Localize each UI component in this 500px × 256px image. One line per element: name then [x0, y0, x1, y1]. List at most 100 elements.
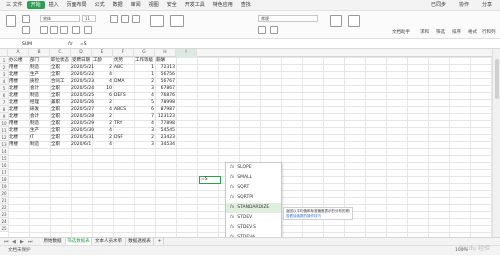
column-header[interactable]: H [155, 49, 176, 57]
row-header[interactable]: 12 [0, 134, 8, 141]
table-cell[interactable]: 34534 [155, 141, 176, 148]
font-color-icon[interactable] [84, 26, 92, 34]
formula-input[interactable]: =S [80, 41, 460, 48]
currency-icon[interactable] [258, 26, 266, 34]
align-left-icon[interactable] [110, 15, 118, 23]
table-cell[interactable] [113, 85, 134, 92]
table-cell[interactable]: 2020/5/22 [71, 71, 94, 78]
bold-icon[interactable] [40, 26, 48, 34]
column-header[interactable]: I [176, 49, 197, 57]
table-cell[interactable]: 72313 [155, 64, 176, 71]
italic-icon[interactable] [50, 26, 58, 34]
table-cell[interactable]: 6 [134, 106, 155, 113]
table-cell[interactable]: 制造 [29, 141, 50, 148]
menu-item[interactable]: 开始 [26, 1, 45, 9]
scrollbar-thumb[interactable] [495, 59, 499, 99]
table-cell[interactable]: 全职 [50, 113, 71, 120]
table-cell[interactable]: 北楼 [8, 85, 29, 92]
table-cell[interactable]: 用楼 [8, 141, 29, 148]
row-header[interactable]: 22 [0, 204, 8, 211]
table-cell[interactable]: 2020/5/21 [71, 64, 94, 71]
table-cell[interactable]: 制造 [29, 120, 50, 127]
table-header-cell[interactable]: 薪酬 [155, 57, 176, 64]
table-cell[interactable]: 2020/5/26 [71, 99, 94, 106]
autocomplete-item[interactable]: fx SQRT [226, 183, 281, 193]
menu-item[interactable]: 数据 [109, 0, 127, 11]
filter-button[interactable]: 筛选 [436, 29, 445, 35]
column-header[interactable]: B [29, 49, 50, 57]
table-cell[interactable]: 2020/5/28 [71, 113, 94, 120]
table-cell[interactable]: 1 [134, 64, 155, 71]
table-cell[interactable]: 质检 [29, 78, 50, 85]
fill-color-icon[interactable] [72, 26, 80, 34]
row-header[interactable]: 7 [0, 99, 8, 106]
table-cell[interactable]: TRY [113, 120, 134, 127]
autocomplete-item[interactable]: fx STDEV [226, 213, 281, 223]
table-header-cell[interactable]: 优势 [113, 57, 134, 64]
autocomplete-item[interactable]: fx STANDARDIZE [226, 203, 281, 213]
table-cell[interactable]: 用楼 [8, 120, 29, 127]
wrap-text-icon[interactable] [170, 15, 184, 27]
table-cell[interactable]: 全职 [50, 64, 71, 71]
table-cell[interactable]: 76876 [155, 92, 176, 99]
table-header-cell[interactable]: 部门 [29, 57, 50, 64]
table-cell[interactable]: 北楼 [8, 106, 29, 113]
table-cell[interactable]: 2 [92, 134, 113, 141]
table-cell[interactable]: 1 [134, 71, 155, 78]
menu-item[interactable]: 特色应用 [209, 0, 237, 11]
row-header[interactable]: 14 [0, 148, 8, 155]
table-cell[interactable]: 研发 [29, 106, 50, 113]
table-cell[interactable]: 全职 [50, 71, 71, 78]
table-header-cell[interactable]: 办公楼 [8, 57, 29, 64]
row-header[interactable]: 8 [0, 106, 8, 113]
table-cell[interactable]: 2 [92, 99, 113, 106]
table-cell[interactable]: 54545 [155, 127, 176, 134]
menu-item[interactable]: 三 文件 [2, 0, 27, 11]
cut-icon[interactable] [22, 15, 30, 23]
column-header[interactable]: D [71, 49, 92, 57]
table-cell[interactable]: 全职 [50, 141, 71, 148]
row-header[interactable]: 1 [0, 57, 8, 64]
table-cell[interactable]: 会计 [29, 85, 50, 92]
table-cell[interactable]: 用楼 [8, 64, 29, 71]
table-cell[interactable]: 4 [92, 106, 113, 113]
table-cell[interactable]: 10 [92, 85, 113, 92]
table-cell[interactable]: 2020/5/31 [71, 134, 94, 141]
table-cell[interactable]: ABCS [113, 106, 134, 113]
table-cell[interactable]: 2020/5/25 [71, 92, 94, 99]
table-cell[interactable]: 2 [134, 78, 155, 85]
table-cell[interactable]: 生产 [29, 71, 50, 78]
align-center-icon[interactable] [121, 15, 129, 23]
table-cell[interactable]: 77898 [155, 120, 176, 127]
column-header[interactable]: A [8, 49, 29, 57]
row-header[interactable]: 2 [0, 64, 8, 71]
row-header[interactable]: 16 [0, 162, 8, 169]
table-cell[interactable]: 2 [134, 134, 155, 141]
column-header[interactable]: G [134, 49, 155, 57]
table-cell[interactable]: IT [29, 134, 50, 141]
menu-item[interactable]: 视图 [145, 0, 163, 11]
table-cell[interactable] [113, 113, 134, 120]
document-assistant-label[interactable]: 文档助手 [392, 29, 410, 35]
table-cell[interactable]: 合同工 [50, 78, 71, 85]
table-cell[interactable]: 2020/5/29 [71, 120, 94, 127]
table-cell[interactable]: 4 [92, 127, 113, 134]
table-cell[interactable]: 北楼 [8, 134, 29, 141]
percent-icon[interactable] [270, 26, 278, 34]
row-header[interactable]: 25 [0, 225, 8, 232]
copy-icon[interactable] [22, 26, 30, 34]
table-cell[interactable] [113, 141, 134, 148]
row-header[interactable]: 24 [0, 218, 8, 225]
table-cell[interactable]: 2020/6/1 [71, 141, 92, 148]
table-cell[interactable]: 67867 [155, 85, 176, 92]
row-header[interactable]: 17 [0, 169, 8, 176]
table-cell[interactable]: 北楼 [8, 99, 29, 106]
format-button[interactable]: 格式 [468, 29, 477, 35]
table-cell[interactable]: 2 [92, 120, 113, 127]
table-cell[interactable]: 78998 [155, 99, 176, 106]
row-header[interactable]: 19 [0, 183, 8, 190]
table-cell[interactable]: 全职 [50, 127, 71, 134]
table-cell[interactable]: 全职 [50, 85, 71, 92]
sum-button[interactable]: 求和 [420, 29, 429, 35]
tooltip-help-link[interactable]: 查看该函数的操作技巧 [286, 214, 350, 219]
